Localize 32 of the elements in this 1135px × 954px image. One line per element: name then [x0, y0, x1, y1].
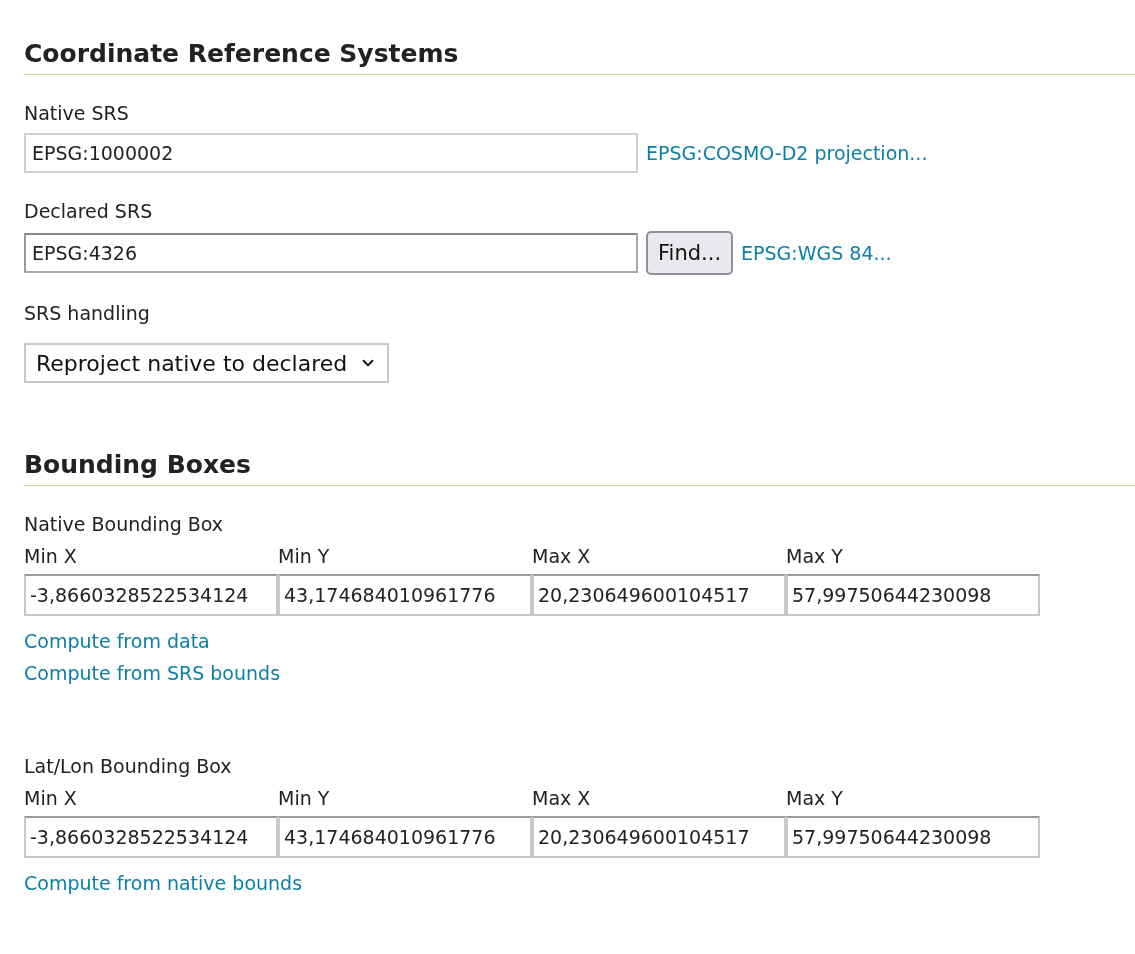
compute-link[interactable]: Compute from data [24, 630, 210, 652]
field-label: SRS handling [24, 301, 151, 325]
field-label: Declared SRS [24, 199, 154, 223]
compute-link[interactable]: Compute from SRS bounds [24, 662, 281, 684]
column-label: Max X [532, 786, 592, 810]
field-label: Lat/Lon Bounding Box [24, 754, 233, 778]
srs-link[interactable]: EPSG:COSMO-D2 projection... [646, 142, 928, 164]
input-field[interactable]: 20,230649600104517 [532, 574, 786, 616]
section-heading: Coordinate Reference Systems [24, 38, 1135, 75]
find-button[interactable]: Find... [646, 231, 734, 275]
column-label: Max X [532, 544, 592, 568]
input-field[interactable]: -3,8660328522534124 [24, 574, 278, 616]
field-label: Native Bounding Box [24, 512, 225, 536]
column-label: Min X [24, 786, 78, 810]
input-field[interactable]: 20,230649600104517 [532, 816, 786, 858]
column-label: Min Y [278, 786, 331, 810]
input-field[interactable]: 43,174684010961776 [278, 816, 532, 858]
srs-link[interactable]: EPSG:WGS 84... [741, 242, 892, 264]
compute-link[interactable]: Compute from native bounds [24, 872, 303, 894]
input-field[interactable]: 57,99750644230098 [786, 574, 1040, 616]
column-label: Max Y [786, 786, 844, 810]
column-label: Min Y [278, 544, 331, 568]
srs-handling-dropdown[interactable]: Reproject native to declared [24, 343, 390, 383]
column-label: Min X [24, 544, 78, 568]
section-heading: Bounding Boxes [24, 449, 1135, 486]
input-field[interactable]: -3,8660328522534124 [24, 816, 278, 858]
column-label: Max Y [786, 544, 844, 568]
input-field[interactable]: 57,99750644230098 [786, 816, 1040, 858]
input-field[interactable]: 43,174684010961776 [278, 574, 532, 616]
input-field[interactable]: EPSG:4326 [24, 233, 638, 273]
input-field[interactable]: EPSG:1000002 [24, 133, 638, 173]
field-label: Native SRS [24, 101, 130, 125]
